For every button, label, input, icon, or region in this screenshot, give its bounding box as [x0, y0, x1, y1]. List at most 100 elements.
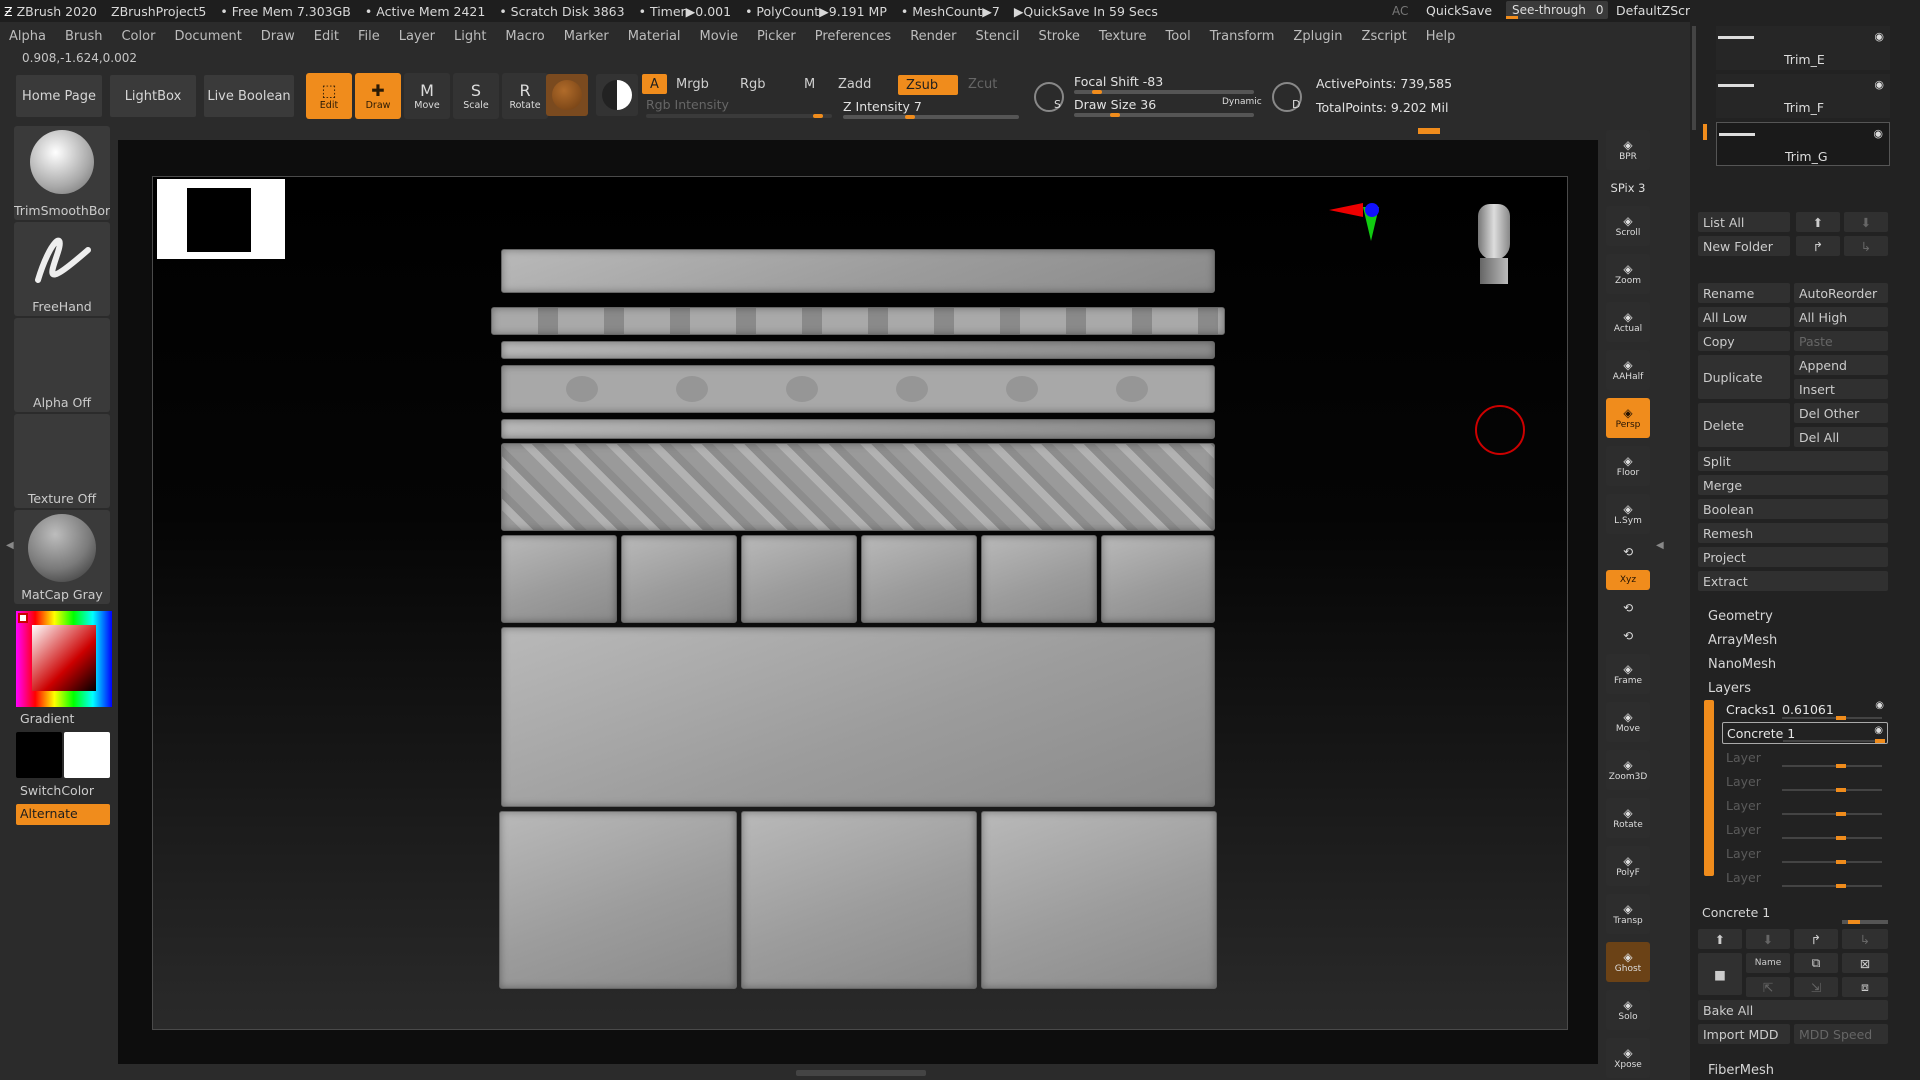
zsub-toggle[interactable]: Zsub — [898, 75, 958, 95]
menu-stroke[interactable]: Stroke — [1038, 29, 1079, 44]
gradient-label[interactable]: Gradient — [20, 711, 74, 726]
layer-name-button[interactable]: Name — [1746, 953, 1790, 973]
home-page-button[interactable]: Home Page — [16, 75, 102, 117]
arrow-down-right-icon[interactable]: ↳ — [1844, 236, 1888, 256]
bake-all-button[interactable]: Bake All — [1698, 1000, 1888, 1020]
boolean-section[interactable]: Boolean — [1698, 499, 1888, 519]
edit-mode-button[interactable]: ⬚ Edit — [306, 73, 352, 119]
aahalf-button[interactable]: ◈ AAHalf — [1606, 350, 1650, 390]
copy-button[interactable]: Copy — [1698, 331, 1790, 351]
menu-document[interactable]: Document — [174, 29, 241, 44]
spix-3-button[interactable]: SPix 3 — [1606, 178, 1650, 198]
new-folder-button[interactable]: New Folder — [1698, 236, 1790, 256]
delete-button[interactable]: Delete — [1698, 403, 1790, 447]
rgb-toggle[interactable]: Rgb — [732, 74, 774, 94]
menu-draw[interactable]: Draw — [261, 29, 295, 44]
layer-row[interactable]: Concrete 1 ◉ — [1722, 722, 1888, 744]
navigator-thumbnail[interactable] — [157, 179, 285, 259]
geometry-section[interactable]: Geometry — [1708, 609, 1773, 624]
polyf-button[interactable]: ◈ PolyF — [1606, 846, 1650, 886]
color-square[interactable] — [32, 625, 96, 691]
live-boolean-button[interactable]: Live Boolean — [204, 75, 294, 117]
menu-file[interactable]: File — [358, 29, 380, 44]
draw-mode-button[interactable]: ✚ Draw — [355, 73, 401, 119]
split-section[interactable]: Split — [1698, 451, 1888, 471]
sculpt-mesh[interactable] — [491, 249, 1225, 989]
scroll-marker[interactable] — [1418, 128, 1440, 134]
layer-down-icon[interactable]: ⬇ — [1746, 929, 1790, 949]
subtool-item[interactable]: ◉ Trim_G — [1716, 122, 1890, 166]
quicksave-button[interactable]: QuickSave — [1426, 3, 1492, 18]
del-other-button[interactable]: Del Other — [1794, 403, 1888, 423]
zcut-toggle[interactable]: Zcut — [960, 74, 1005, 94]
l-sym-button[interactable]: ◈ L.Sym — [1606, 494, 1650, 534]
color-picker[interactable] — [16, 611, 112, 707]
see-through-slider[interactable]: See-through 0 — [1506, 1, 1608, 19]
menu-light[interactable]: Light — [454, 29, 486, 44]
menu-transform[interactable]: Transform — [1210, 29, 1275, 44]
z-intensity-slider[interactable]: Z Intensity 7 — [843, 99, 1019, 119]
layer-split-icon[interactable]: ⧈ — [1842, 977, 1888, 997]
document-canvas[interactable] — [152, 176, 1568, 1030]
menu-help[interactable]: Help — [1426, 29, 1456, 44]
layers-section[interactable]: Layers — [1708, 681, 1751, 696]
import-mdd-button[interactable]: Import MDD — [1698, 1024, 1790, 1044]
move-down-icon[interactable]: ⬇ — [1844, 212, 1888, 232]
persp-button[interactable]: ◈ Persp — [1606, 398, 1650, 438]
tray-scroll[interactable] — [1692, 26, 1696, 130]
remesh-section[interactable]: Remesh — [1698, 523, 1888, 543]
color-sphere-button[interactable] — [596, 74, 638, 116]
menu-zscript[interactable]: Zscript — [1362, 29, 1407, 44]
extract-section[interactable]: Extract — [1698, 571, 1888, 591]
alternate-button[interactable]: Alternate — [16, 804, 110, 825]
right-collapse-icon[interactable]: ◀ — [1656, 540, 1664, 551]
layer-arrow-icon[interactable]: ↳ — [1842, 929, 1888, 949]
project-section[interactable]: Project — [1698, 547, 1888, 567]
visibility-eye-icon[interactable]: ◉ — [1873, 127, 1883, 140]
axis-gizmo[interactable] — [1329, 203, 1379, 241]
menu-macro[interactable]: Macro — [505, 29, 544, 44]
rotate-button[interactable]: ◈ Rotate — [1606, 798, 1650, 838]
tray-scroll-marker[interactable] — [1703, 124, 1707, 140]
all-low-button[interactable]: All Low — [1698, 307, 1790, 327]
left-collapse-icon[interactable]: ◀ — [6, 540, 14, 551]
layer-row[interactable]: Cracks1 0.61061 ◉ — [1722, 698, 1888, 720]
bottom-scroll-handle[interactable] — [796, 1070, 926, 1076]
layer-export-icon[interactable]: ⇱ — [1746, 977, 1790, 997]
rgb-intensity-slider[interactable]: Rgb Intensity — [646, 97, 832, 118]
rotate-mode-button[interactable]: R Rotate — [502, 73, 548, 119]
move-mode-button[interactable]: M Move — [404, 73, 450, 119]
scale-mode-button[interactable]: S Scale — [453, 73, 499, 119]
duplicate-button[interactable]: Duplicate — [1698, 355, 1790, 399]
fibermesh-section[interactable]: FiberMesh — [1708, 1063, 1774, 1078]
layer-duplicate-icon[interactable]: ⧉ — [1794, 953, 1838, 973]
menu-marker[interactable]: Marker — [564, 29, 609, 44]
layer-up-icon[interactable]: ⬆ — [1698, 929, 1742, 949]
layer-redo-icon[interactable]: ↱ — [1794, 929, 1838, 949]
redo-arrow-icon[interactable]: ↱ — [1796, 236, 1840, 256]
secondary-color[interactable] — [64, 732, 110, 778]
bpr-button[interactable]: ◈ BPR — [1606, 130, 1650, 170]
ghost-button[interactable]: ◈ Ghost — [1606, 942, 1650, 982]
layer-row[interactable]: Layer — [1722, 746, 1888, 768]
xyz-button[interactable]: Xyz — [1606, 570, 1650, 590]
view-extra-button[interactable]: ⟲ — [1606, 542, 1650, 562]
rename-button[interactable]: Rename — [1698, 283, 1790, 303]
menu-color[interactable]: Color — [121, 29, 155, 44]
mrgb-toggle[interactable]: Mrgb — [668, 74, 717, 94]
menu-tool[interactable]: Tool — [1165, 29, 1190, 44]
subtool-item[interactable]: ◉ Trim_F — [1716, 74, 1890, 118]
move-up-icon[interactable]: ⬆ — [1796, 212, 1840, 232]
material-preview-button[interactable] — [546, 74, 588, 116]
solo-button[interactable]: ◈ Solo — [1606, 990, 1650, 1030]
texture-selector[interactable]: Texture Off — [14, 414, 110, 508]
scroll-button[interactable]: ◈ Scroll — [1606, 206, 1650, 246]
layer-row[interactable]: Layer — [1722, 818, 1888, 840]
layer-record-icon[interactable]: ■ — [1698, 953, 1742, 995]
paste-button[interactable]: Paste — [1794, 331, 1888, 351]
del-all-button[interactable]: Del All — [1794, 427, 1888, 447]
all-high-button[interactable]: All High — [1794, 307, 1888, 327]
menu-material[interactable]: Material — [628, 29, 681, 44]
menu-preferences[interactable]: Preferences — [815, 29, 891, 44]
menu-alpha[interactable]: Alpha — [9, 29, 46, 44]
